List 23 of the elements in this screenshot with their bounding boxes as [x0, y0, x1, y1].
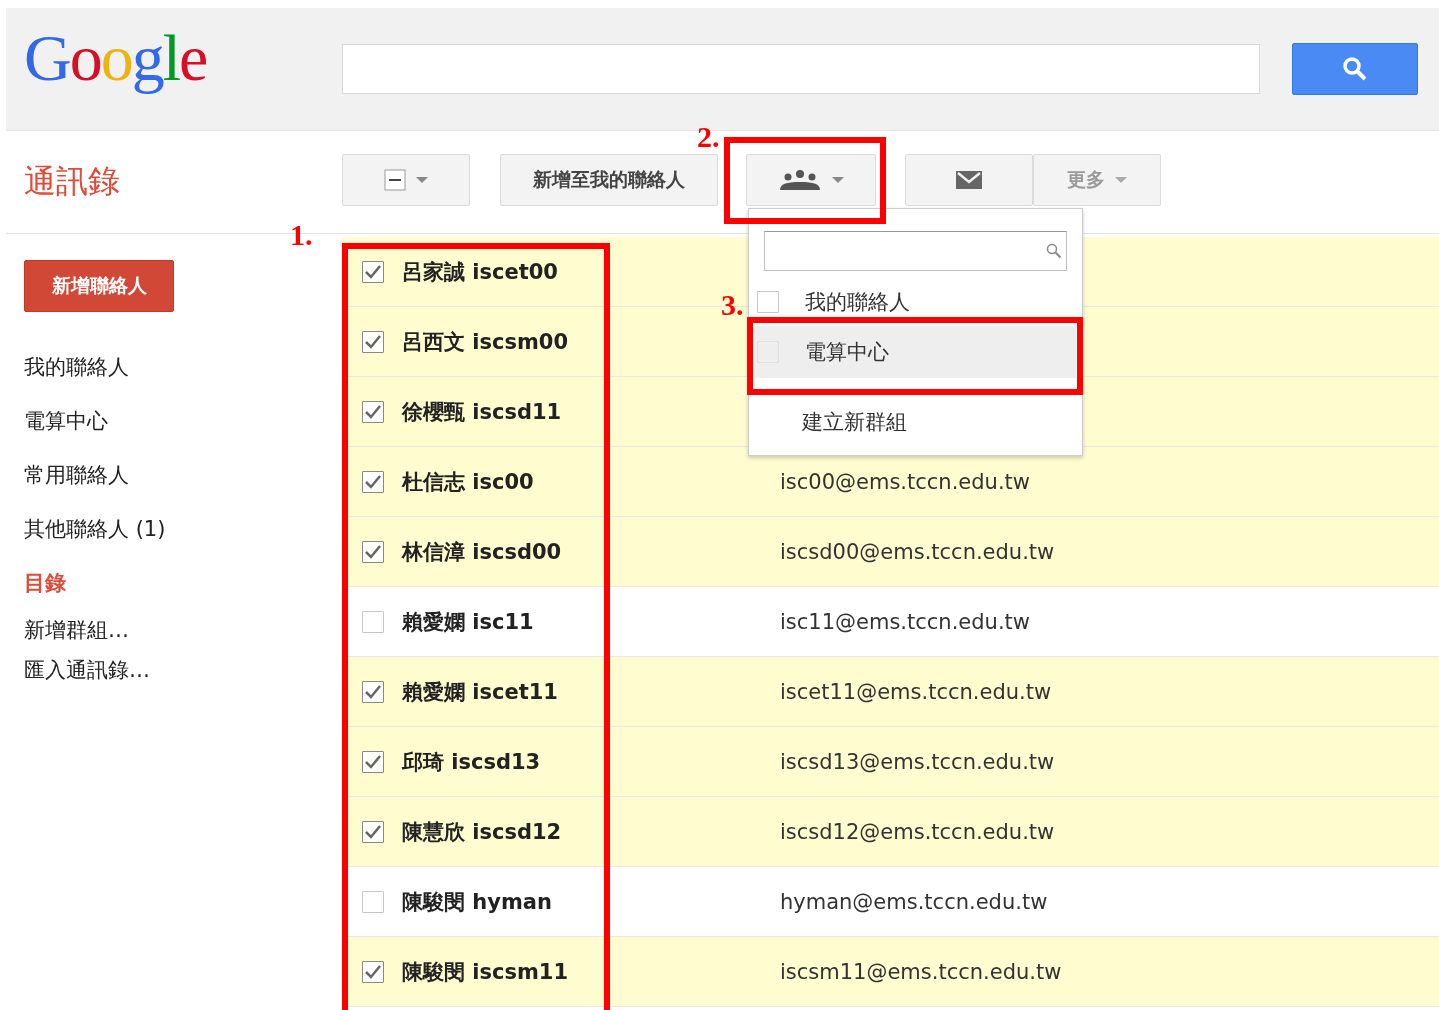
contact-name: 賴愛嫻 iscet11 — [402, 679, 558, 704]
contact-email: hyman@ems.tccn.edu.tw — [780, 889, 1048, 914]
contact-name: 陳駿閔 iscsm11 — [402, 959, 569, 984]
menu-item-label: 建立新群組 — [802, 409, 907, 436]
contact-email: iscsm11@ems.tccn.edu.tw — [780, 959, 1062, 984]
contact-name: 邱琦 iscsd13 — [402, 749, 541, 774]
contact-name: 呂西文 iscsm00 — [402, 329, 569, 354]
contact-email: iscsd13@ems.tccn.edu.tw — [780, 749, 1055, 774]
sidebar-heading: 目錄 — [23, 570, 67, 597]
contact-email: isc11@ems.tccn.edu.tw — [780, 609, 1030, 634]
contact-name: 杜信志 isc00 — [402, 469, 534, 494]
contact-email: isc00@ems.tccn.edu.tw — [780, 469, 1030, 494]
menu-item-label: 電算中心 — [805, 339, 889, 366]
contact-name: 賴愛嫻 isc11 — [402, 609, 534, 634]
contact-email: iscsd12@ems.tccn.edu.tw — [780, 819, 1055, 844]
annotation-number: 2. — [697, 120, 720, 154]
contact-name: 呂家誠 iscet00 — [402, 259, 558, 284]
contact-name: 陳慧欣 iscsd12 — [402, 819, 562, 844]
contact-email: iscet11@ems.tccn.edu.tw — [780, 679, 1052, 704]
contact-name: 林信漳 iscsd00 — [402, 539, 562, 564]
contact-name: 徐櫻甄 iscsd11 — [402, 399, 562, 424]
contact-email: iscsd00@ems.tccn.edu.tw — [780, 539, 1055, 564]
contact-name: 陳駿閔 hyman — [402, 889, 552, 914]
